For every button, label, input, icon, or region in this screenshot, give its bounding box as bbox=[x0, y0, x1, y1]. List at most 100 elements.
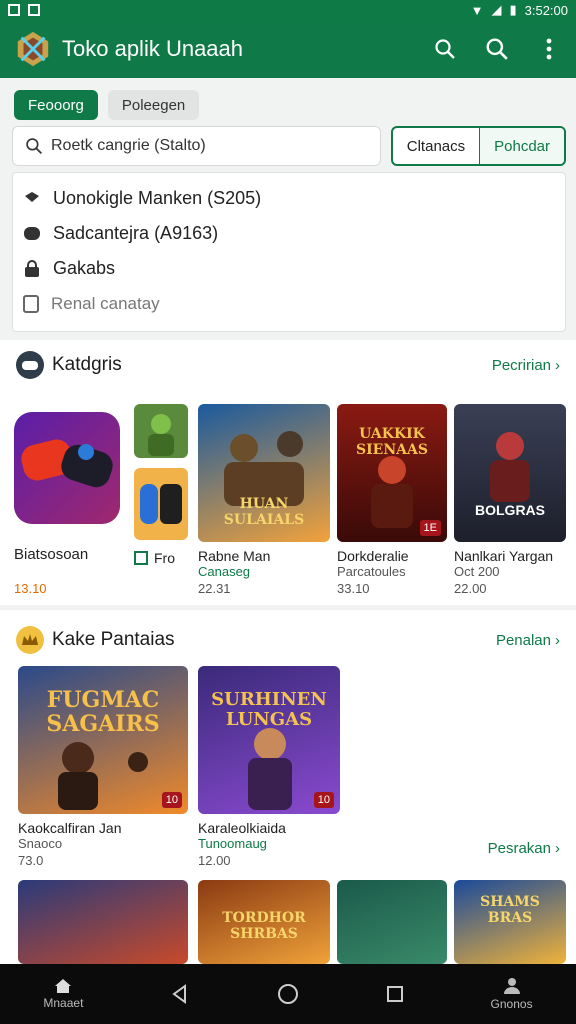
soldier-icon bbox=[148, 414, 174, 456]
status-bar: ▼ ◢ ▮ 3:52:00 bbox=[0, 0, 576, 20]
app-thumbnail bbox=[134, 468, 188, 540]
app-thumbnail[interactable] bbox=[337, 880, 447, 964]
circle-home-icon bbox=[277, 984, 298, 1004]
search-icon bbox=[26, 138, 43, 155]
suggestion-label: Renal canatay bbox=[51, 293, 160, 313]
filter-chips: Feooorg Poleegen bbox=[14, 90, 200, 120]
signal-icon: ◢ bbox=[491, 2, 502, 17]
chip-featured[interactable]: Feooorg bbox=[14, 90, 98, 120]
see-more-link[interactable]: Penalan › bbox=[496, 632, 560, 649]
more-vert-icon[interactable] bbox=[536, 36, 562, 62]
app-thumbnail: SURHINEN LUNGAS 10 bbox=[198, 666, 340, 814]
suggestion-label: Gakabs bbox=[53, 258, 116, 278]
chip-popular[interactable]: Poleegen bbox=[107, 90, 200, 120]
see-more-label: Pecririan bbox=[491, 356, 551, 374]
card-title: Karaleolkiaida bbox=[198, 820, 286, 836]
controller-icon bbox=[16, 351, 44, 379]
art-title: UAKKIK SIENAAS bbox=[356, 426, 428, 458]
fantasy-section: Kake Pantaias Penalan › FUGMAC SAGAIRS 10… bbox=[0, 610, 576, 964]
app-card[interactable]: Fro bbox=[134, 404, 188, 566]
search-input[interactable]: Roetk cangrie (Stalto) bbox=[12, 126, 381, 166]
nav-home-button[interactable] bbox=[277, 983, 299, 1005]
art-title: TORDHOR SHRBAS bbox=[222, 910, 306, 942]
nav-home[interactable]: Mnaaet bbox=[43, 978, 83, 1010]
doc-icon bbox=[23, 294, 39, 313]
person-icon bbox=[503, 978, 520, 994]
section-title: Kake Pantaias bbox=[52, 629, 175, 650]
suggestion-item[interactable]: Sadcantejra (A9163) bbox=[23, 216, 555, 251]
suggestion-item[interactable]: Renal canatay bbox=[23, 286, 555, 321]
search-row: Roetk cangrie (Stalto) Cltanacs Pohcdar bbox=[12, 126, 566, 166]
card-title: Nanlkari Yargan bbox=[454, 548, 554, 564]
app-thumbnail: HUAN SULAIALS bbox=[198, 404, 330, 542]
recents-icon bbox=[386, 986, 403, 1002]
home-icon bbox=[55, 979, 72, 993]
suggestion-item[interactable]: Gakabs bbox=[23, 251, 555, 286]
section-title: Katdgris bbox=[52, 354, 122, 375]
suggestion-label: Uonokigle Manken (S205) bbox=[53, 188, 262, 208]
app-card[interactable]: UAKKIK SIENAAS 1E Dorkderalie Parcatoule… bbox=[337, 404, 447, 596]
card-price: 13.10 bbox=[14, 581, 47, 596]
nav-profile[interactable]: Gnonos bbox=[491, 977, 533, 1011]
app-thumbnail[interactable]: TORDHOR SHRBAS bbox=[198, 880, 330, 964]
toggle-left[interactable]: Cltanacs bbox=[393, 128, 481, 164]
age-badge: 1E bbox=[419, 520, 441, 536]
card-title: Kaokcalfiran Jan bbox=[18, 820, 122, 836]
app-thumbnail bbox=[134, 404, 188, 458]
nav-recents[interactable] bbox=[386, 985, 404, 1003]
see-more-link[interactable]: Pecririan › bbox=[492, 357, 560, 374]
app-thumbnail[interactable] bbox=[18, 880, 188, 964]
card-subtitle: Snaoco bbox=[18, 836, 63, 851]
search-icon[interactable] bbox=[484, 36, 510, 62]
card-title: Rabne Man bbox=[198, 548, 271, 564]
suggestion-item[interactable]: Uonokigle Manken (S205) bbox=[23, 181, 555, 216]
see-more-label: Pesrakan bbox=[487, 840, 551, 857]
nav-back[interactable] bbox=[170, 984, 190, 1004]
card-price: 22.31 bbox=[198, 581, 231, 596]
lock-icon bbox=[25, 259, 39, 277]
view-toggle: Cltanacs Pohcdar bbox=[390, 126, 566, 166]
search-value: Roetk cangrie (Stalto) bbox=[51, 137, 206, 154]
play-icon bbox=[134, 551, 148, 565]
see-more-label: Penalan bbox=[495, 631, 551, 649]
app-thumbnail[interactable]: SHAMS BRAS bbox=[454, 880, 566, 964]
status-time: 3:52:00 bbox=[524, 2, 568, 18]
bubble-icon bbox=[24, 226, 40, 240]
navigation-bar: Mnaaet Gnonos bbox=[0, 964, 576, 1024]
app-card[interactable]: FUGMAC SAGAIRS 10 Kaokcalfiran Jan Snaoc… bbox=[18, 666, 190, 868]
art-title: FUGMAC SAGAIRS bbox=[46, 687, 160, 737]
battery-icon: ▮ bbox=[509, 2, 517, 17]
app-card[interactable]: SURHINEN LUNGAS 10 Karaleolkiaida Tunoom… bbox=[198, 666, 340, 868]
chevron-right-icon: › bbox=[555, 631, 560, 649]
card-price: 12.00 bbox=[198, 853, 231, 868]
card-title: Biatsosoan bbox=[14, 546, 89, 563]
card-title: Dorkderalie bbox=[337, 548, 409, 564]
card-subtitle: Canaseg bbox=[198, 564, 251, 579]
app-thumbnail: FUGMAC SAGAIRS 10 bbox=[18, 666, 188, 814]
art-title: SHAMS BRAS bbox=[480, 894, 540, 926]
card-subtitle: Parcatoules bbox=[337, 564, 406, 579]
app-card[interactable]: HUAN SULAIALS Rabne Man Canaseg 22.31 bbox=[198, 404, 330, 596]
app-title: Toko aplik Unaaah bbox=[62, 36, 244, 61]
app-thumbnail bbox=[14, 412, 120, 524]
app-card[interactable]: Biatsosoan 13.10 bbox=[14, 412, 122, 596]
age-badge: 10 bbox=[313, 792, 334, 808]
shield-icon bbox=[25, 191, 39, 202]
back-icon bbox=[172, 984, 187, 1004]
nav-home-label: Mnaaet bbox=[43, 996, 84, 1010]
gamepad-icon bbox=[21, 439, 113, 488]
toggle-right[interactable]: Pohcdar bbox=[480, 128, 564, 164]
see-more-link[interactable]: Pesrakan › bbox=[488, 840, 560, 857]
card-subtitle: Tunoomaug bbox=[198, 836, 267, 851]
search-icon[interactable] bbox=[432, 36, 458, 62]
card-price: 73.0 bbox=[18, 853, 44, 868]
search-suggestions: Uonokigle Manken (S205) Sadcantejra (A91… bbox=[12, 172, 566, 332]
suggestion-label: Sadcantejra (A9163) bbox=[53, 223, 219, 243]
app-card[interactable]: BOLGRAS Nanlkari Yargan Oct 200 22.00 bbox=[454, 404, 566, 596]
switch-icon bbox=[140, 484, 182, 524]
categories-section: Katdgris Pecririan › Biatsosoan 13.10 Fro bbox=[0, 340, 576, 605]
app-bar: Toko aplik Unaaah bbox=[0, 20, 576, 78]
notification-icon bbox=[8, 4, 20, 16]
app-thumbnail: BOLGRAS bbox=[454, 404, 566, 542]
card-price: 33.10 bbox=[337, 581, 370, 596]
